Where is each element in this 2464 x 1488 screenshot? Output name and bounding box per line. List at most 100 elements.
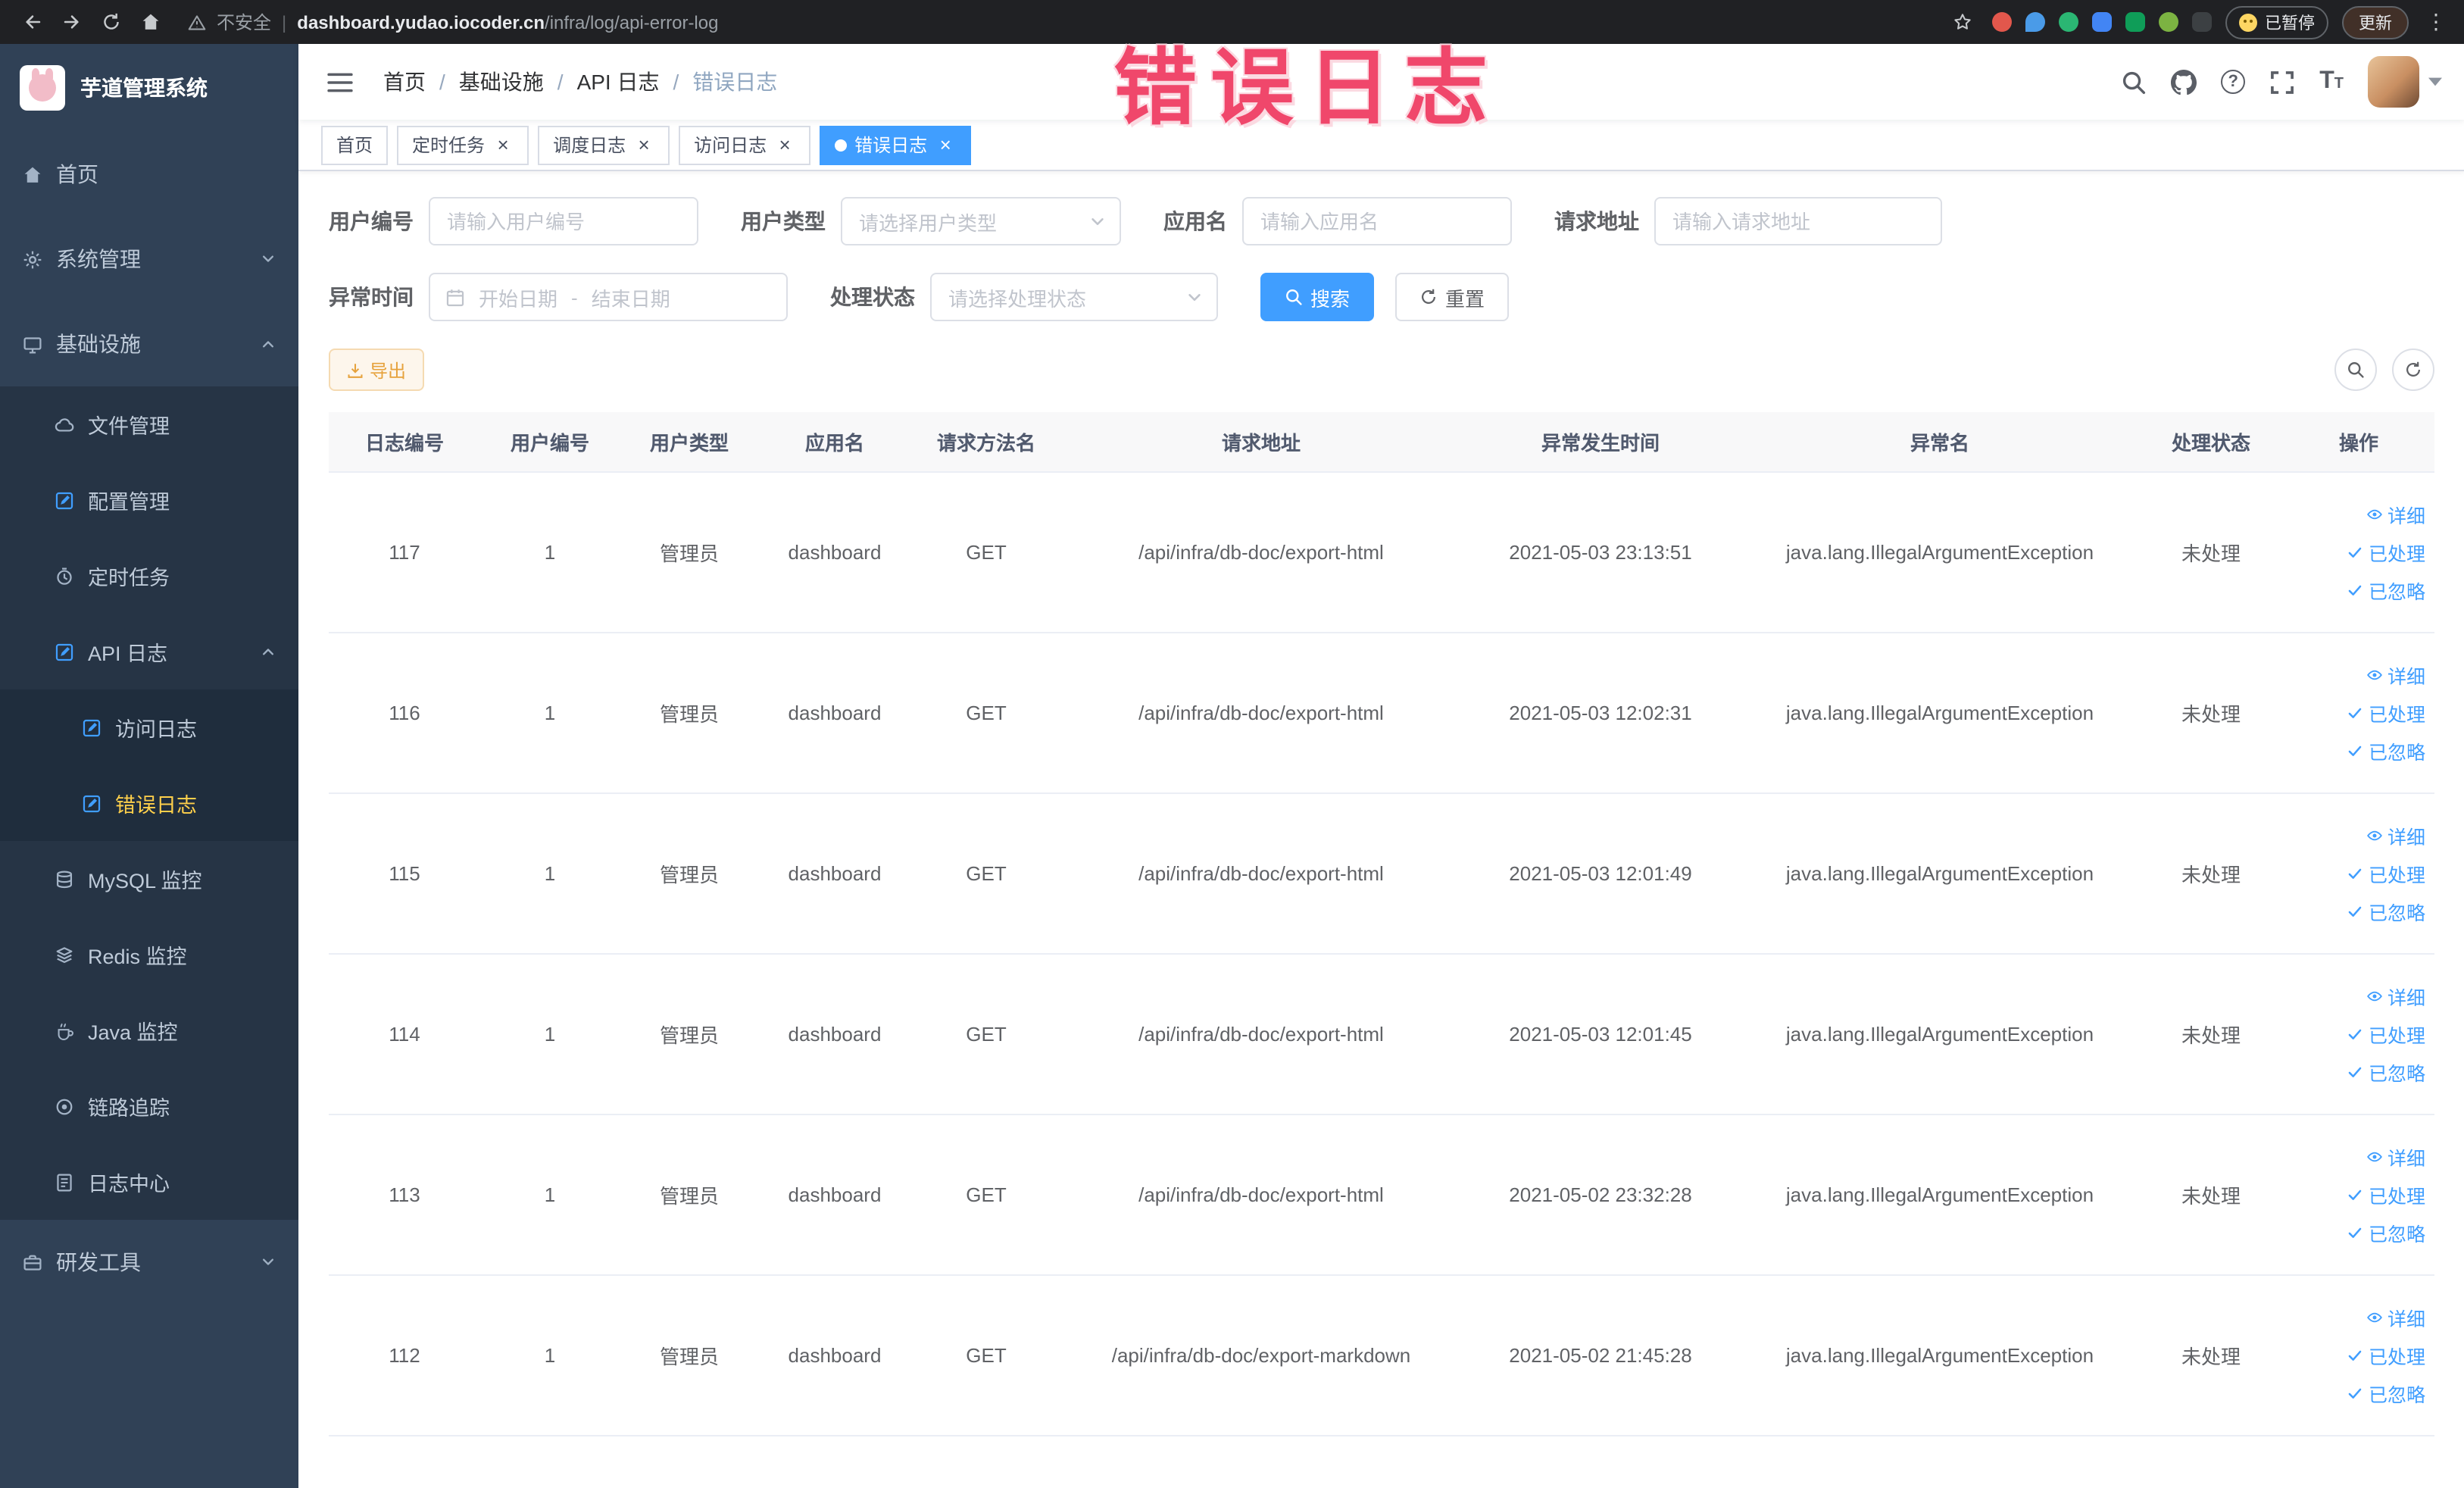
paused-chip[interactable]: 已暂停 (2225, 5, 2328, 39)
browser-forward-icon[interactable] (55, 5, 88, 39)
github-icon[interactable] (2171, 69, 2197, 95)
toggle-search-button[interactable] (2334, 349, 2377, 391)
sidebar-item[interactable]: MySQL 监控 (0, 841, 298, 917)
ignored-link[interactable]: 已忽略 (2347, 576, 2425, 605)
extension-icon[interactable] (2125, 12, 2145, 32)
sidebar-item[interactable]: 系统管理 (0, 217, 298, 302)
user-id-input[interactable] (429, 197, 698, 245)
sidebar-item-label: 系统管理 (56, 247, 141, 271)
browser-reload-icon[interactable] (94, 5, 127, 39)
action-label: 已处理 (2368, 865, 2425, 886)
hamburger-icon[interactable] (321, 64, 359, 99)
extension-icon[interactable] (2025, 12, 2045, 32)
app-logo[interactable]: 芋道管理系统 (0, 44, 298, 132)
close-icon[interactable]: × (935, 134, 956, 155)
app-name-input[interactable] (1242, 197, 1512, 245)
tab[interactable]: 调度日志 × (538, 125, 670, 164)
detail-link[interactable]: 详细 (2366, 500, 2425, 529)
cell-time: 2021-05-02 21:45:28 (1509, 1344, 1692, 1367)
ignored-link[interactable]: 已忽略 (2347, 736, 2425, 765)
reload-icon (101, 12, 120, 32)
column-header: 异常发生时间 (1541, 432, 1660, 455)
cell-user_type: 管理员 (659, 1024, 719, 1047)
update-chip[interactable]: 更新 (2342, 5, 2409, 39)
breadcrumb-item[interactable]: API 日志 (577, 67, 660, 97)
reset-button[interactable]: 重置 (1395, 273, 1510, 321)
extension-icon[interactable] (1992, 12, 2012, 32)
edit-square-icon (55, 490, 74, 510)
check-icon (2347, 582, 2364, 599)
extension-icon[interactable] (2092, 12, 2112, 32)
bookmark-star-icon[interactable] (1945, 5, 1978, 39)
sidebar-item[interactable]: 错误日志 (0, 765, 298, 841)
header-search-icon[interactable] (2121, 69, 2147, 95)
browser-back-icon[interactable] (15, 5, 48, 39)
address-bar[interactable]: 不安全 | dashboard.yudao.iocoder.cn/infra/l… (188, 9, 1924, 35)
detail-link[interactable]: 详细 (2366, 982, 2425, 1011)
table-row: 117 1 管理员 dashboard GET/api/infra/db-doc/exp… (329, 473, 2434, 633)
ignored-link[interactable]: 已忽略 (2347, 897, 2425, 926)
sidebar-item[interactable]: 配置管理 (0, 462, 298, 538)
error-log-icon (82, 793, 101, 813)
ignored-link[interactable]: 已忽略 (2347, 1379, 2425, 1408)
sidebar-item[interactable]: API 日志 (0, 614, 298, 689)
processed-link[interactable]: 已处理 (2347, 538, 2425, 567)
request-url-input[interactable] (1654, 197, 1942, 245)
tab[interactable]: 错误日志 × (820, 125, 972, 164)
filter-user-type: 用户类型 请选择用户类型 (741, 197, 1121, 245)
processed-link[interactable]: 已处理 (2347, 1341, 2425, 1370)
browser-home-icon[interactable] (133, 5, 167, 39)
user-type-select[interactable]: 请选择用户类型 (841, 197, 1121, 245)
refresh-table-button[interactable] (2392, 349, 2434, 391)
url-text[interactable]: dashboard.yudao.iocoder.cn/infra/log/api… (297, 11, 718, 33)
select-placeholder: 请选择处理状态 (948, 287, 1087, 310)
user-menu[interactable] (2368, 56, 2442, 108)
exception-time-range-picker[interactable]: 开始日期 - 结束日期 (429, 273, 788, 321)
breadcrumb-item[interactable]: 首页 (383, 67, 426, 97)
detail-link[interactable]: 详细 (2366, 1303, 2425, 1332)
sidebar-item[interactable]: 访问日志 (0, 689, 298, 765)
processed-link[interactable]: 已处理 (2347, 1180, 2425, 1209)
processed-link[interactable]: 已处理 (2347, 859, 2425, 888)
sidebar-item[interactable]: 链路追踪 (0, 1068, 298, 1144)
help-icon[interactable]: ? (2221, 70, 2246, 94)
sidebar-item[interactable]: 研发工具 (0, 1220, 298, 1305)
close-icon[interactable]: × (633, 134, 654, 155)
avatar[interactable] (2368, 56, 2419, 108)
cell-log_id: 112 (389, 1344, 420, 1367)
detail-link[interactable]: 详细 (2366, 821, 2425, 850)
redis-icon (55, 945, 74, 964)
tab[interactable]: 首页 (321, 125, 389, 164)
breadcrumb-item[interactable]: 基础设施 (459, 67, 544, 97)
sidebar-item[interactable]: 首页 (0, 132, 298, 217)
sidebar-item[interactable]: Redis 监控 (0, 917, 298, 993)
sidebar-item[interactable]: Java 监控 (0, 993, 298, 1068)
close-icon[interactable]: × (774, 134, 795, 155)
back-arrow-icon (22, 12, 42, 32)
search-button[interactable]: 搜索 (1260, 273, 1375, 321)
font-size-icon[interactable]: TT (2319, 69, 2344, 94)
export-button[interactable]: 导出 (329, 349, 425, 391)
tab[interactable]: 访问日志 × (679, 125, 811, 164)
ignored-link[interactable]: 已忽略 (2347, 1058, 2425, 1086)
detail-link[interactable]: 详细 (2366, 1143, 2425, 1171)
sidebar-item[interactable]: 文件管理 (0, 386, 298, 462)
processed-link[interactable]: 已处理 (2347, 1020, 2425, 1049)
tab[interactable]: 定时任务 × (397, 125, 529, 164)
sidebar-item-label: API 日志 (88, 642, 168, 665)
extensions-puzzle-icon[interactable] (2192, 12, 2212, 32)
security-label[interactable]: 不安全 (217, 9, 271, 35)
detail-link[interactable]: 详细 (2366, 661, 2425, 689)
sidebar-item[interactable]: 定时任务 (0, 538, 298, 614)
processed-link[interactable]: 已处理 (2347, 699, 2425, 727)
fullscreen-icon[interactable] (2269, 69, 2295, 95)
browser-menu-kebab-icon[interactable]: ⋮ (2422, 9, 2450, 35)
sidebar-item[interactable]: 日志中心 (0, 1144, 298, 1220)
extension-icon[interactable] (2159, 12, 2178, 32)
process-status-select[interactable]: 请选择处理状态 (930, 273, 1218, 321)
close-icon[interactable]: × (492, 134, 514, 155)
ignored-link[interactable]: 已忽略 (2347, 1218, 2425, 1247)
extension-icon[interactable] (2059, 12, 2078, 32)
sidebar-item[interactable]: 基础设施 (0, 302, 298, 386)
filter-app-name: 应用名 (1163, 197, 1512, 245)
